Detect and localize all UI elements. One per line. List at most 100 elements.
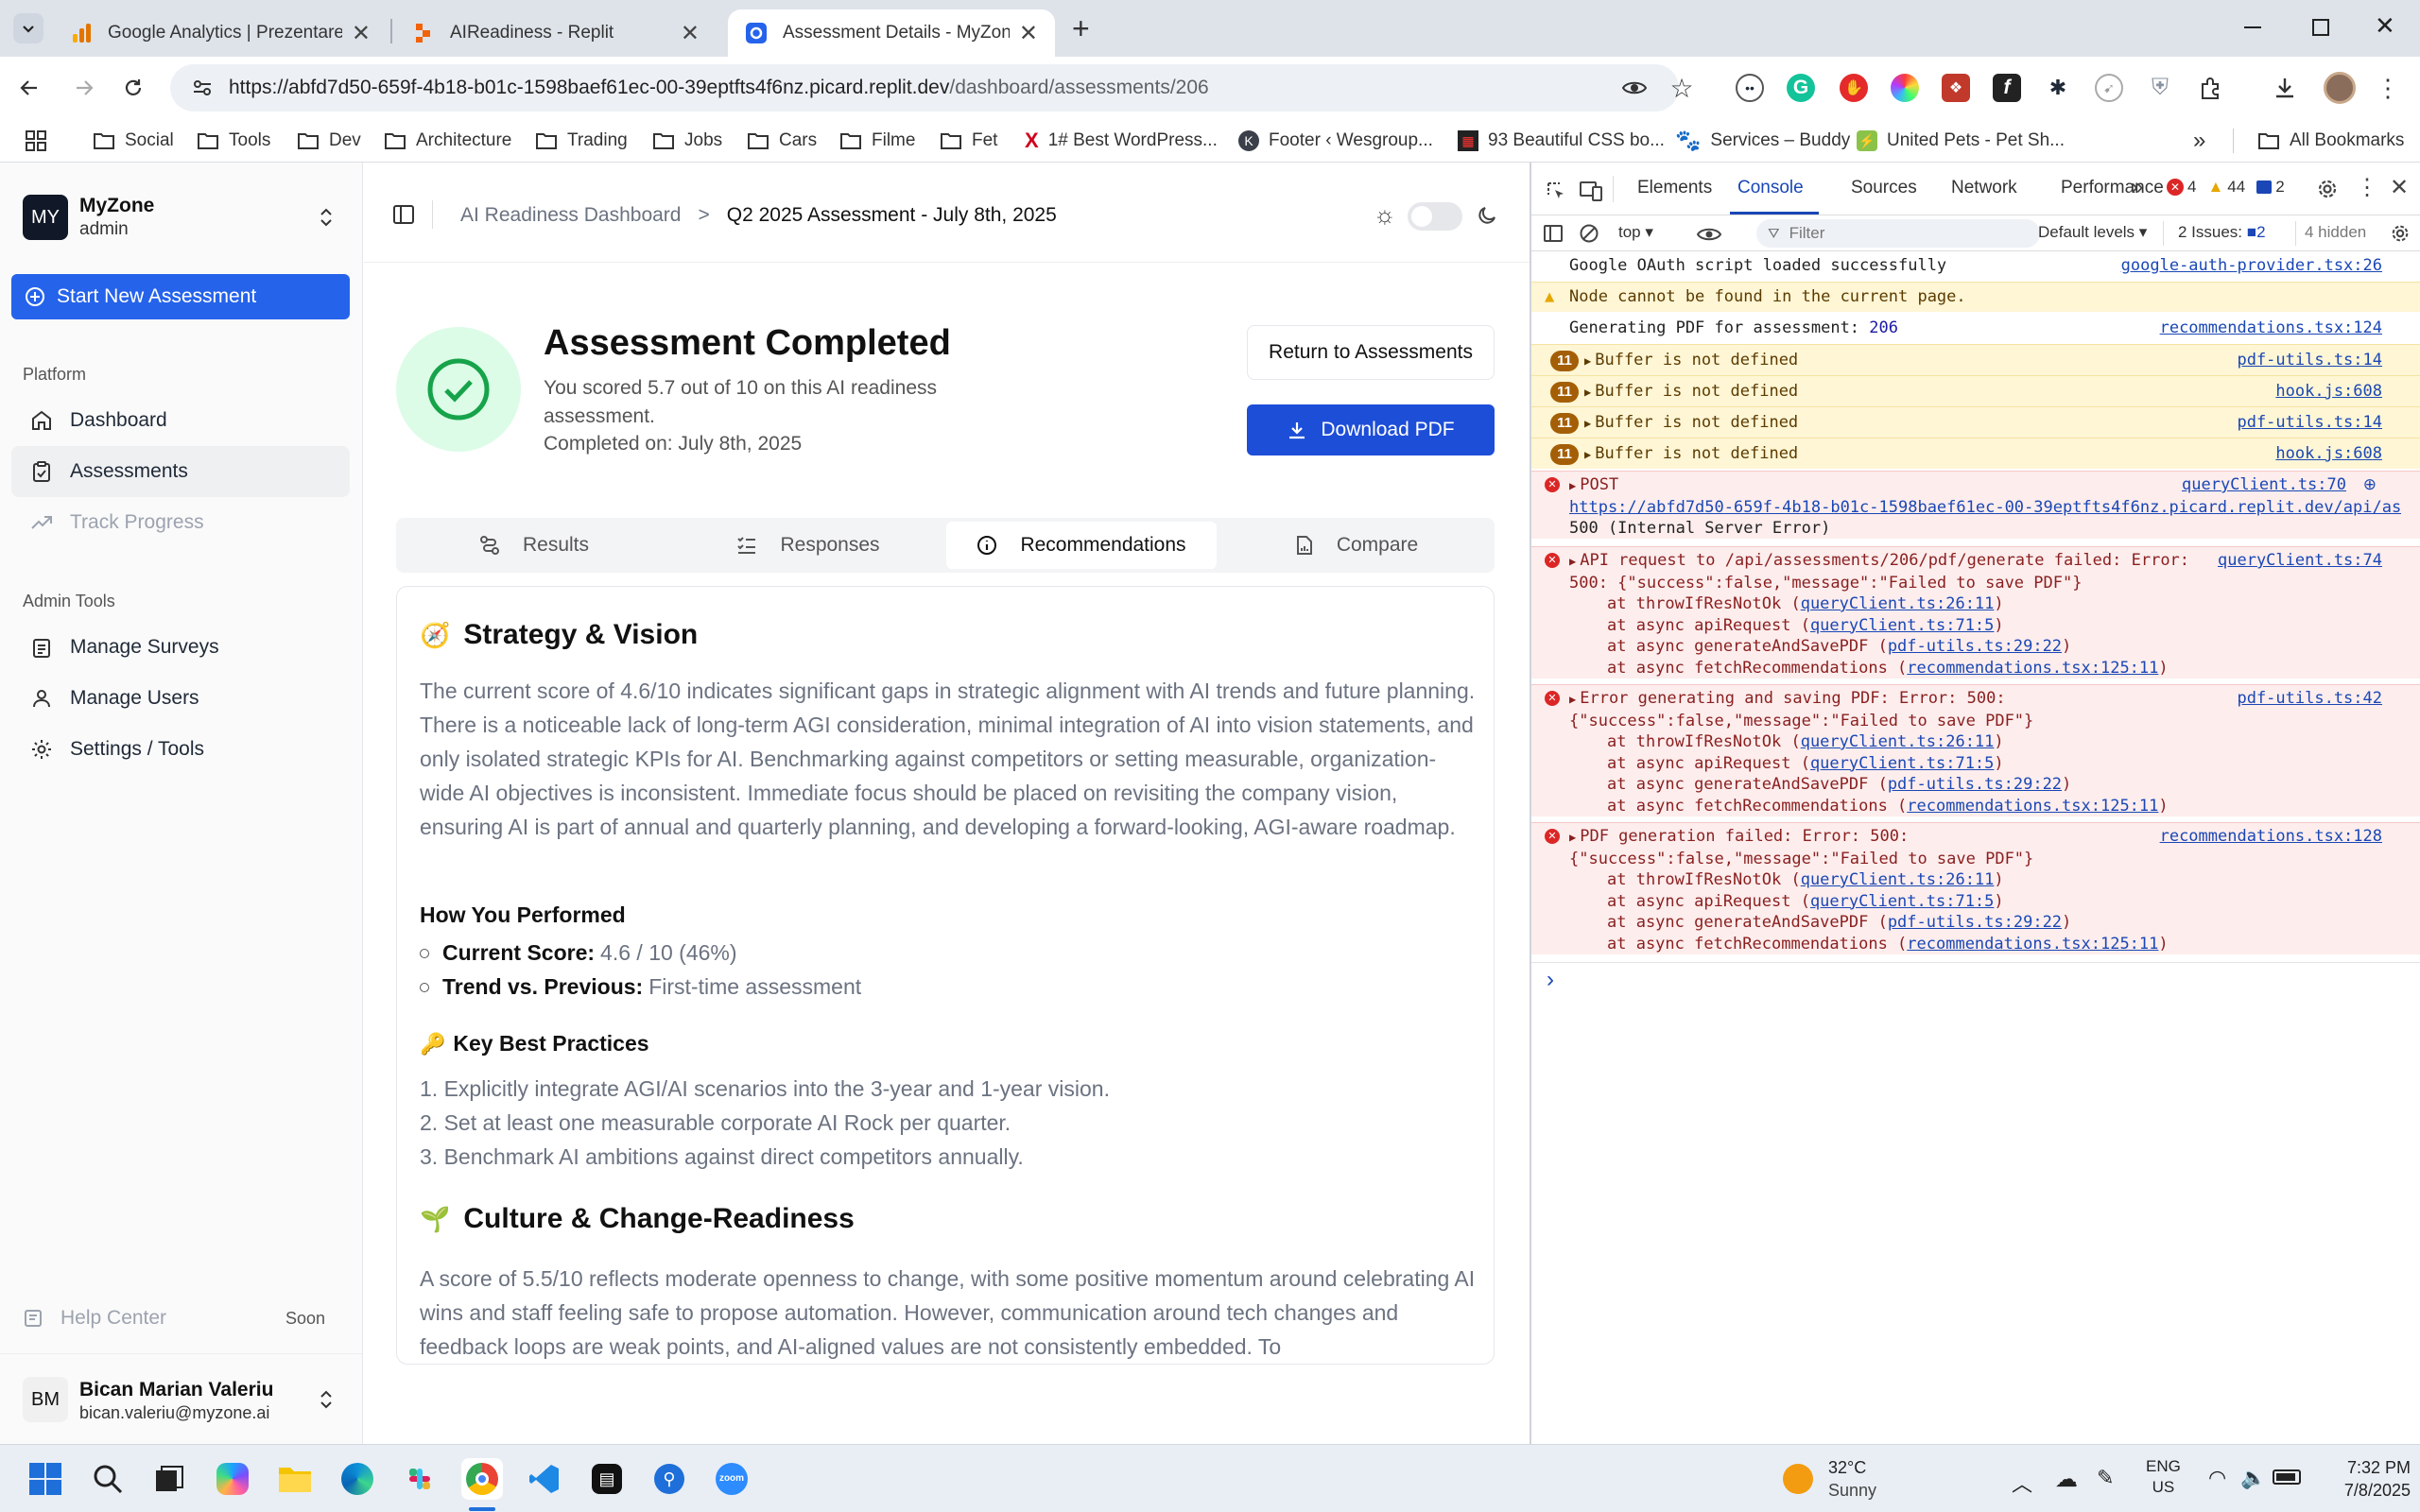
tab-results[interactable]: Results [402, 522, 666, 569]
network-request-icon[interactable]: ⊕ [2363, 474, 2377, 496]
bookmark-folder-tools[interactable]: Tools [197, 125, 270, 157]
vscode-icon[interactable] [524, 1458, 565, 1500]
stack-link[interactable]: pdf-utils.ts:29:22 [1888, 775, 2062, 794]
sidebar-toggle-icon[interactable] [1543, 224, 1564, 243]
expand-arrow-icon[interactable]: ▶ [1584, 386, 1591, 399]
breadcrumb-link-dashboard[interactable]: AI Readiness Dashboard [460, 204, 681, 227]
bug-extension-icon[interactable]: ✱ [2044, 74, 2072, 102]
org-switcher[interactable]: MY MyZone admin [23, 193, 344, 244]
pen-wifi-icon[interactable]: ✎ [2097, 1466, 2114, 1490]
expand-arrow-icon[interactable]: ▶ [1584, 417, 1591, 430]
downloads-icon[interactable] [2271, 74, 2299, 102]
stack-link[interactable]: pdf-utils.ts:29:22 [1888, 913, 2062, 932]
adblock-icon[interactable]: ✋ [1840, 74, 1868, 102]
wifi-icon[interactable]: ◠ [2208, 1466, 2226, 1490]
close-devtools-icon[interactable]: ✕ [2390, 174, 2409, 201]
forward-button[interactable] [68, 72, 100, 104]
devtools-tab-elements[interactable]: Elements [1637, 178, 1712, 198]
task-view-icon[interactable] [149, 1458, 191, 1500]
close-tab-icon[interactable]: ✕ [681, 20, 700, 47]
request-url-link[interactable]: https://abfd7d50-659f-4b18-b01c-1598baef… [1569, 497, 2401, 519]
language-indicator[interactable]: ENG US [2146, 1456, 2181, 1498]
tab-recommendations[interactable]: Recommendations [946, 522, 1217, 569]
expand-arrow-icon[interactable]: ▶ [1584, 354, 1591, 368]
tab-compare[interactable]: Compare [1224, 522, 1489, 569]
bookmark-css-buttons[interactable]: ▦ 93 Beautiful CSS bo... [1458, 125, 1665, 157]
bookmark-united-pets[interactable]: ⚡ United Pets - Pet Sh... [1857, 125, 2065, 157]
bookmark-services-buddy[interactable]: 🐾 Services – Buddy [1675, 125, 1850, 157]
source-link[interactable]: recommendations.tsx:124 [2160, 318, 2382, 339]
restore-window-button[interactable] [2312, 19, 2329, 36]
stack-link[interactable]: pdf-utils.ts:29:22 [1888, 637, 2062, 656]
close-window-button[interactable]: ✕ [2375, 11, 2395, 41]
stack-link[interactable]: recommendations.tsx:125:11 [1907, 935, 2158, 954]
search-icon[interactable] [87, 1458, 129, 1500]
onedrive-cloud-icon[interactable]: ☁ [2055, 1466, 2078, 1493]
device-toolbar-icon[interactable] [1579, 180, 1603, 202]
stack-link[interactable]: queryClient.ts:26:11 [1801, 870, 1995, 889]
chrome-icon[interactable] [461, 1458, 503, 1500]
close-tab-icon[interactable]: ✕ [1019, 20, 1038, 47]
bookmark-footer-wesgroup[interactable]: K Footer ‹ Wesgroup... [1238, 125, 1433, 157]
devtools-tab-network[interactable]: Network [1951, 178, 2017, 198]
devtools-tab-console[interactable]: Console [1737, 178, 1804, 198]
sidebar-item-dashboard[interactable]: Dashboard [11, 395, 350, 446]
new-tab-button[interactable]: + [1072, 11, 1090, 46]
battery-icon[interactable] [2273, 1469, 2301, 1485]
context-selector[interactable]: top ▾ [1618, 223, 1653, 242]
grammarly-icon[interactable]: G [1787, 74, 1815, 102]
address-bar[interactable]: https://abfd7d50-659f-4b18-b01c-1598baef… [170, 64, 1679, 112]
minimize-window-button[interactable] [2244, 26, 2261, 28]
source-link[interactable]: recommendations.tsx:128 [2160, 826, 2382, 848]
return-to-assessments-button[interactable]: Return to Assessments [1247, 325, 1495, 380]
extension-red-icon[interactable]: ❖ [1942, 74, 1970, 102]
start-button[interactable] [25, 1458, 66, 1500]
browser-menu-icon[interactable]: ⋮ [2376, 72, 2400, 104]
browser-tab-replit[interactable]: AIReadiness - Replit ✕ [395, 9, 717, 57]
source-link[interactable]: queryClient.ts:74 [2218, 550, 2382, 572]
close-tab-icon[interactable]: ✕ [352, 20, 371, 47]
sidebar-item-track-progress[interactable]: Track Progress [11, 497, 350, 548]
console-settings-icon[interactable] [2390, 223, 2411, 244]
sidebar-item-manage-surveys[interactable]: Manage Surveys [11, 622, 350, 673]
stack-link[interactable]: queryClient.ts:71:5 [1810, 754, 1994, 773]
live-expression-eye-icon[interactable] [1696, 225, 1722, 244]
stack-link[interactable]: queryClient.ts:26:11 [1801, 594, 1995, 613]
expand-arrow-icon[interactable]: ▶ [1569, 831, 1576, 844]
more-tabs-icon[interactable]: » [2131, 174, 2143, 200]
source-link[interactable]: pdf-utils.ts:14 [2237, 350, 2382, 371]
bookmark-folder-architecture[interactable]: Architecture [384, 125, 511, 157]
volume-icon[interactable]: 🔈 [2240, 1466, 2266, 1490]
edge-browser-icon[interactable] [337, 1458, 378, 1500]
shield-extension-icon[interactable]: ⛨ [2146, 74, 2174, 102]
bookmark-folder-filme[interactable]: Filme [839, 125, 915, 157]
start-new-assessment-button[interactable]: Start New Assessment [11, 274, 350, 319]
expand-arrow-icon[interactable]: ▶ [1584, 448, 1591, 461]
sidebar-item-manage-users[interactable]: Manage Users [11, 673, 350, 724]
copilot-icon[interactable] [212, 1458, 253, 1500]
tab-responses[interactable]: Responses [676, 522, 941, 569]
font-extension-icon[interactable]: f [1993, 74, 2021, 102]
apps-grid-icon[interactable] [25, 125, 57, 157]
stack-link[interactable]: queryClient.ts:71:5 [1810, 892, 1994, 911]
bookmark-folder-social[interactable]: Social [93, 125, 174, 157]
browser-tab-assessment-details[interactable]: Assessment Details - MyZone A ✕ [728, 9, 1055, 57]
maps-pin-icon[interactable]: ⚲ [648, 1458, 690, 1500]
slack-icon[interactable] [399, 1458, 441, 1500]
bookmark-best-wordpress[interactable]: X 1# Best WordPress... [1025, 125, 1218, 157]
weather-widget[interactable]: 32°C Sunny [1783, 1456, 1934, 1502]
file-explorer-icon[interactable] [274, 1458, 316, 1500]
stack-link[interactable]: queryClient.ts:26:11 [1801, 732, 1995, 751]
clear-console-icon[interactable] [1579, 223, 1599, 244]
source-link[interactable]: pdf-utils.ts:42 [2237, 688, 2382, 710]
download-pdf-button[interactable]: Download PDF [1247, 404, 1495, 455]
browser-tab-google-analytics[interactable]: Google Analytics | Prezentare g ✕ [53, 9, 388, 57]
tracking-eye-icon[interactable] [1618, 72, 1651, 104]
stack-link[interactable]: recommendations.tsx:125:11 [1907, 659, 2158, 678]
bookmark-folder-jobs[interactable]: Jobs [652, 125, 722, 157]
devtools-tab-sources[interactable]: Sources [1851, 178, 1917, 198]
source-link[interactable]: queryClient.ts:70 [2182, 474, 2346, 496]
color-picker-extension-icon[interactable] [1891, 74, 1919, 102]
error-counter[interactable]: ✕ 4 ▲ 44 2 [2167, 178, 2285, 197]
inspect-element-icon[interactable] [1545, 180, 1567, 202]
